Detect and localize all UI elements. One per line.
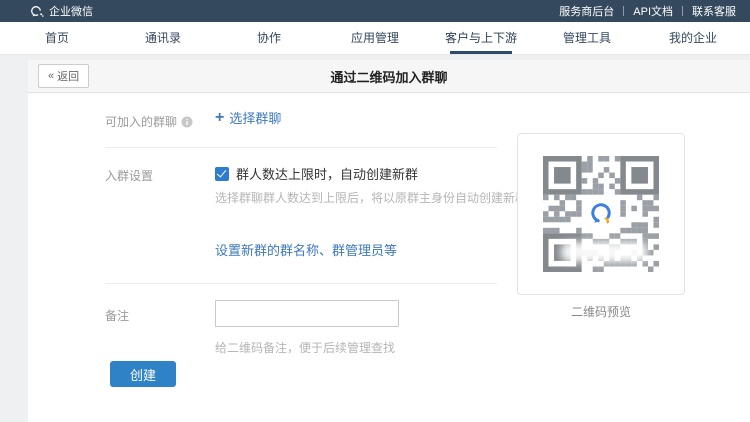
qr-blur-overlay — [561, 242, 647, 262]
topbar-links: 服务商后台 API文档 联系客服 — [559, 3, 736, 19]
create-button[interactable]: 创建 — [110, 361, 176, 387]
wecom-logo-icon — [30, 5, 44, 18]
brand[interactable]: 企业微信 — [30, 3, 93, 19]
topbar-separator — [623, 6, 624, 16]
choose-group-label: 选择群聊 — [229, 108, 281, 127]
qr-code-image — [543, 156, 659, 272]
new-group-settings-link[interactable]: 设置新群的群名称、群管理员等 — [215, 240, 397, 259]
brand-name: 企业微信 — [49, 3, 93, 19]
topbar: 企业微信 服务商后台 API文档 联系客服 — [0, 0, 750, 22]
wecom-qr-center-logo-icon — [582, 195, 620, 233]
content-panel: « 返回 通过二维码加入群聊 可加入的群聊 + 选择群聊 — [28, 60, 750, 422]
remark-input[interactable] — [215, 300, 399, 327]
info-icon[interactable] — [181, 116, 193, 128]
toplink-service-provider[interactable]: 服务商后台 — [559, 3, 614, 19]
auto-create-helper-text: 选择群聊群人数达到上限后，将以原群主身份自动创建新群 — [215, 189, 527, 206]
back-button[interactable]: « 返回 — [38, 64, 89, 88]
nav-item-admin-tools[interactable]: 管理工具 — [534, 22, 640, 54]
auto-create-group-option[interactable]: 群人数达上限时，自动创建新群 — [215, 164, 418, 183]
qr-preview-card — [517, 133, 685, 295]
choose-group-link[interactable]: + 选择群聊 — [215, 108, 281, 127]
form-area: 可加入的群聊 + 选择群聊 入群设置 群人数 — [28, 93, 750, 422]
nav-item-customers[interactable]: 客户与上下游 — [428, 22, 534, 54]
qr-preview-caption: 二维码预览 — [517, 303, 685, 320]
auto-create-checkbox[interactable] — [215, 167, 229, 181]
nav-item-contacts[interactable]: 通讯录 — [110, 22, 216, 54]
remark-helper-text: 给二维码备注，便于后续管理查找 — [215, 339, 395, 356]
main-content: « 返回 通过二维码加入群聊 可加入的群聊 + 选择群聊 — [0, 55, 750, 422]
divider — [105, 147, 497, 148]
auto-create-label: 群人数达上限时，自动创建新群 — [236, 164, 418, 183]
back-label: 返回 — [57, 68, 79, 84]
page-title: 通过二维码加入群聊 — [28, 67, 750, 86]
join-settings-label: 入群设置 — [105, 167, 153, 184]
panel-header: « 返回 通过二维码加入群聊 — [28, 60, 750, 93]
back-chevrons-icon: « — [48, 70, 54, 82]
remark-label: 备注 — [105, 307, 129, 324]
nav-item-my-company[interactable]: 我的企业 — [640, 22, 746, 54]
nav-item-home[interactable]: 首页 — [4, 22, 110, 54]
nav-item-app-management[interactable]: 应用管理 — [322, 22, 428, 54]
topbar-separator — [682, 6, 683, 16]
divider — [105, 283, 497, 284]
toplink-contact-support[interactable]: 联系客服 — [692, 3, 736, 19]
nav-item-collaboration[interactable]: 协作 — [216, 22, 322, 54]
plus-icon: + — [215, 110, 224, 126]
main-navbar: 首页 通讯录 协作 应用管理 客户与上下游 管理工具 我的企业 — [0, 22, 750, 55]
joinable-group-label: 可加入的群聊 — [105, 113, 193, 130]
toplink-api-docs[interactable]: API文档 — [633, 3, 673, 19]
